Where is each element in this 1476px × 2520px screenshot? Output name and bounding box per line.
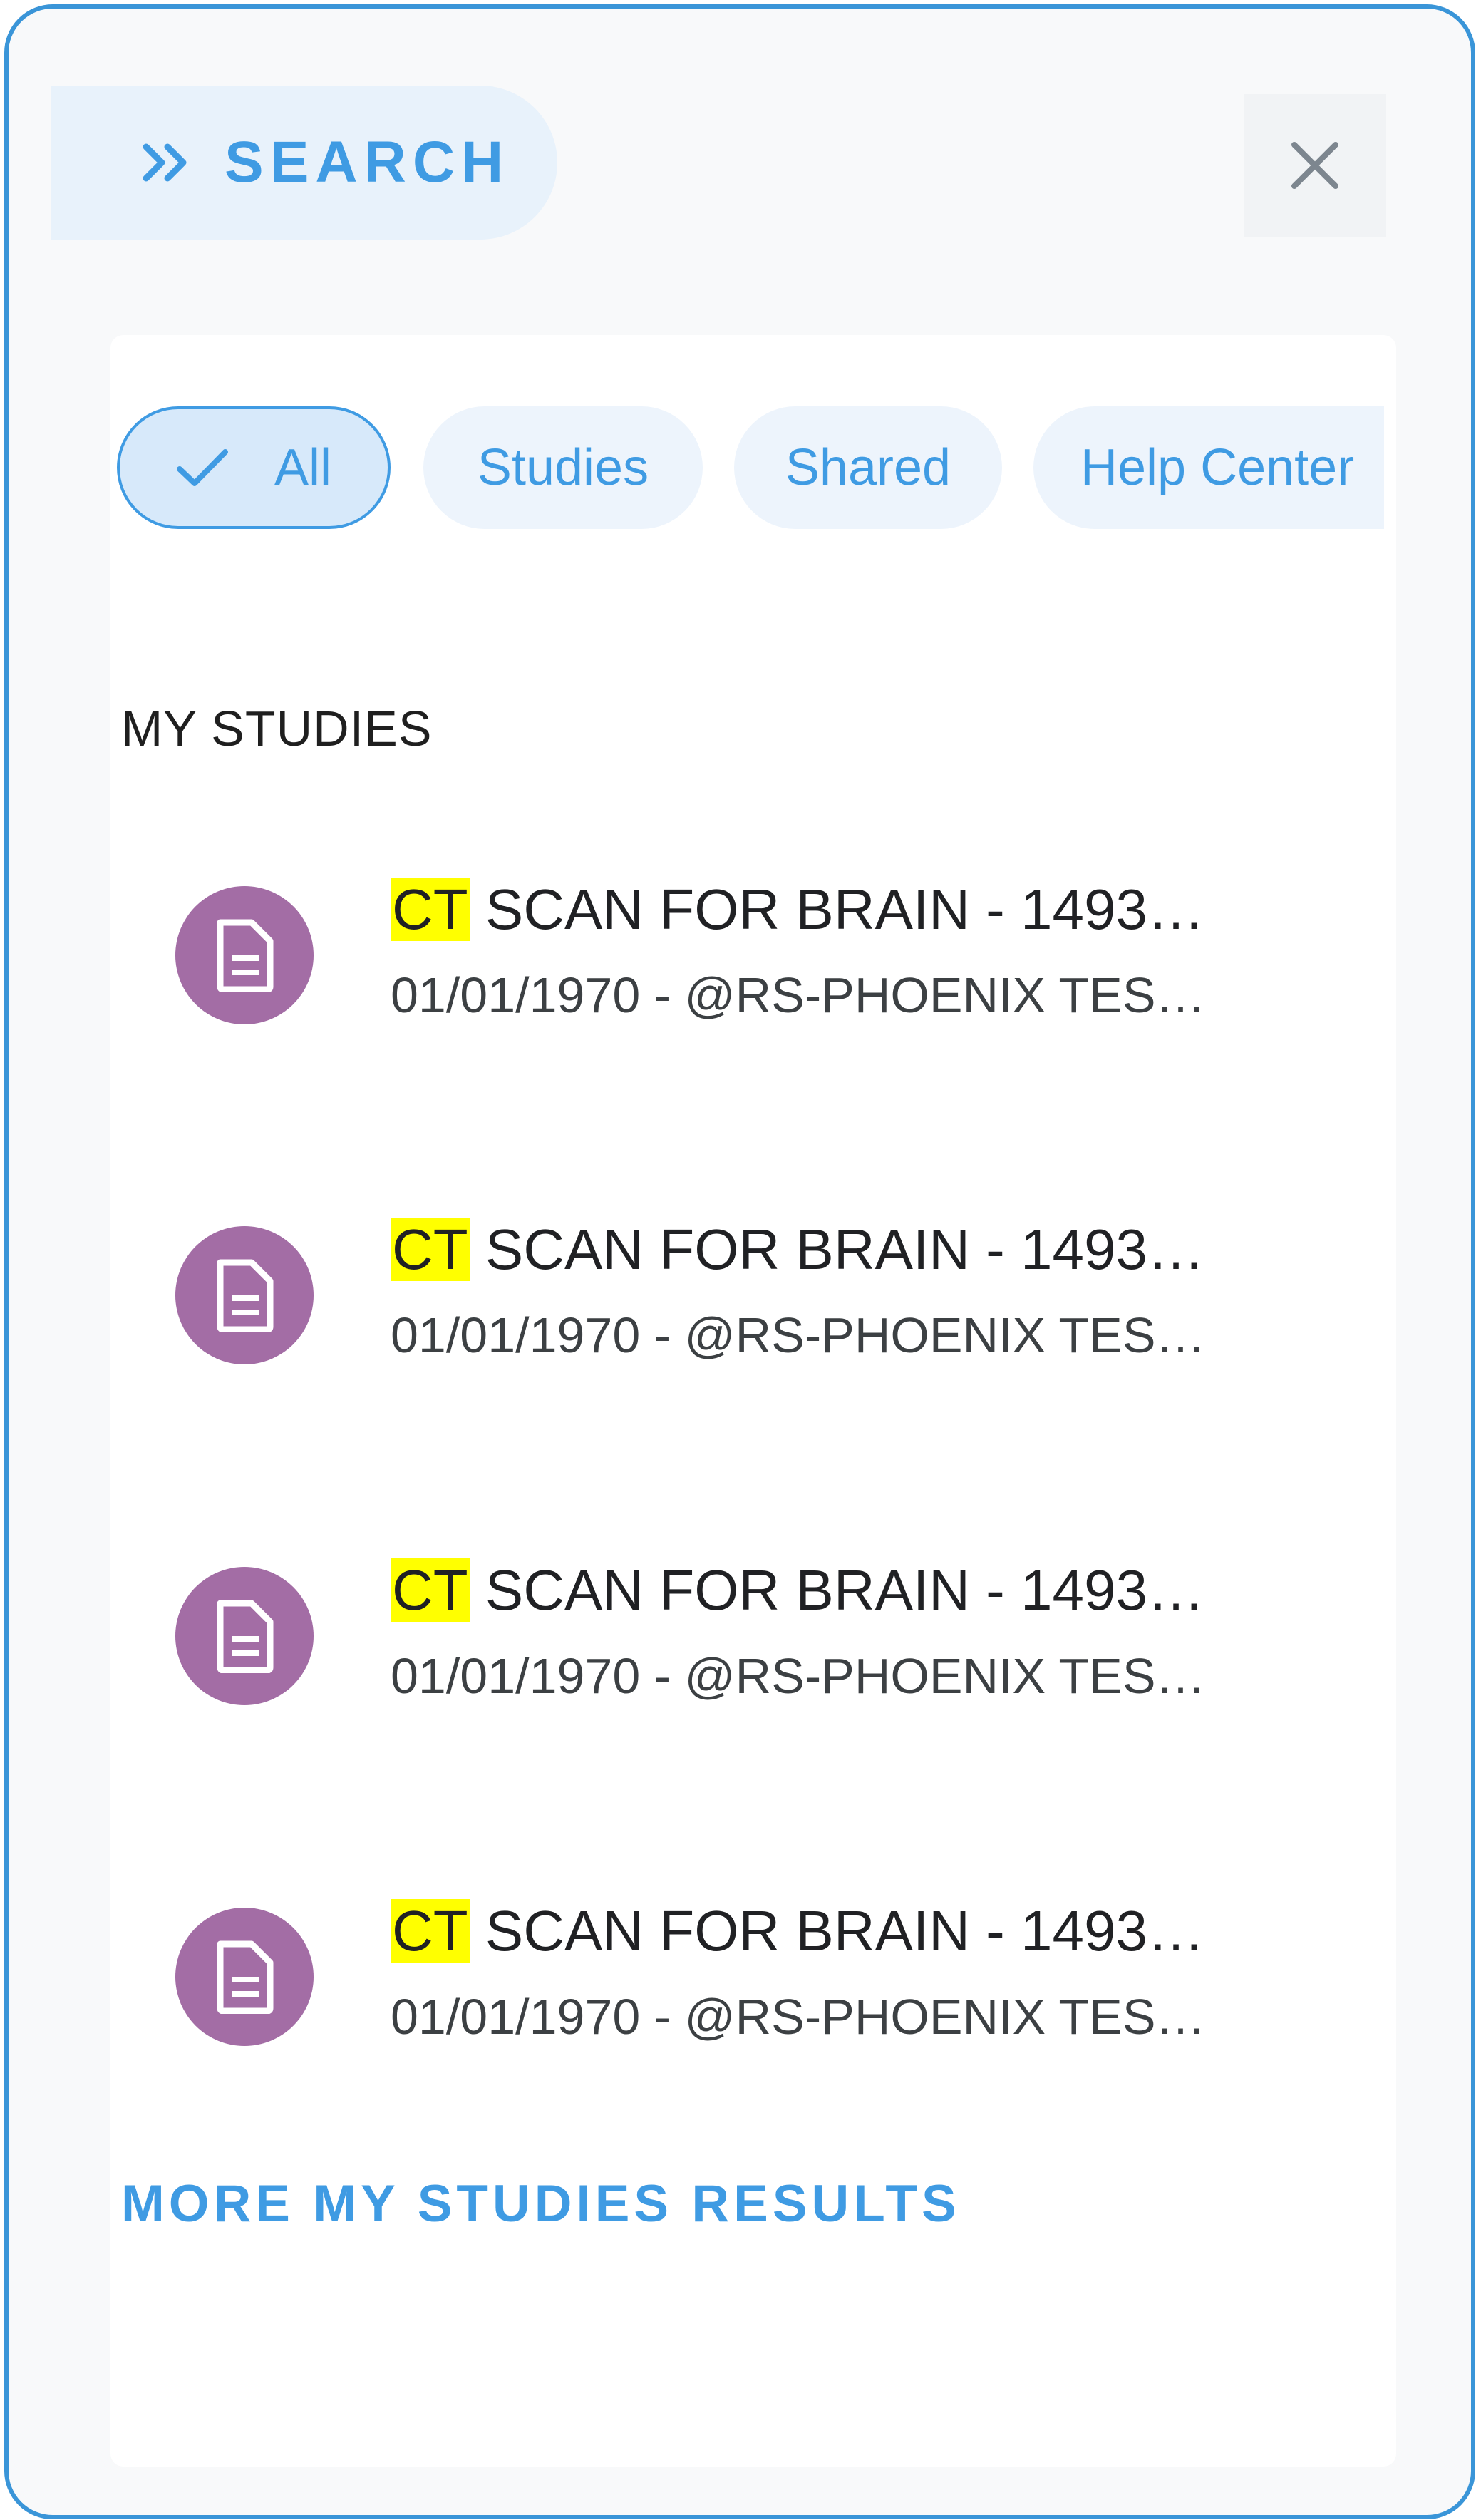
study-subtitle: 01/01/1970 - @RS-PHOENIX TES…: [391, 1989, 1206, 2045]
filter-chip-label: Studies: [477, 439, 649, 496]
study-subtitle: 01/01/1970 - @RS-PHOENIX TES…: [391, 1307, 1206, 1363]
section-title: MY STUDIES: [121, 701, 433, 756]
study-result-item[interactable]: CT SCAN FOR BRAIN - 1493… 01/01/1970 - @…: [110, 1868, 1396, 2082]
study-avatar: [175, 886, 314, 1024]
results-panel: All Studies Shared Help Center MY STUDIE…: [110, 335, 1396, 2467]
study-result-item[interactable]: CT SCAN FOR BRAIN - 1493… 01/01/1970 - @…: [110, 1187, 1396, 1401]
double-chevron-right-icon: [143, 143, 187, 182]
check-icon: [176, 449, 228, 486]
study-result-item[interactable]: CT SCAN FOR BRAIN - 1493… 01/01/1970 - @…: [110, 847, 1396, 1061]
close-icon: [1291, 142, 1338, 189]
study-title: CT SCAN FOR BRAIN - 1493…: [391, 1555, 1204, 1626]
study-subtitle: 01/01/1970 - @RS-PHOENIX TES…: [391, 1648, 1206, 1704]
study-title: CT SCAN FOR BRAIN - 1493…: [391, 874, 1204, 945]
study-avatar: [175, 1567, 314, 1705]
study-title-text: SCAN FOR BRAIN - 1493…: [469, 1558, 1205, 1622]
document-icon: [217, 1940, 274, 2014]
filter-chip-shared[interactable]: Shared: [734, 406, 1002, 529]
filter-chip-label: Help Center: [1080, 439, 1355, 496]
study-title: CT SCAN FOR BRAIN - 1493…: [391, 1896, 1204, 1967]
study-title-text: SCAN FOR BRAIN - 1493…: [469, 878, 1205, 941]
document-icon: [217, 1259, 274, 1332]
more-results-link[interactable]: MORE MY STUDIES RESULTS: [121, 2174, 961, 2233]
study-avatar: [175, 1908, 314, 2046]
search-panel-frame: SEARCH All Studies Shared Help Center MY…: [4, 4, 1475, 2519]
filter-chip-label: All: [274, 439, 331, 496]
study-title-text: SCAN FOR BRAIN - 1493…: [469, 1899, 1205, 1963]
search-match-highlight: CT: [391, 1899, 470, 1963]
document-icon: [217, 919, 274, 992]
close-button[interactable]: [1244, 94, 1386, 237]
study-title: CT SCAN FOR BRAIN - 1493…: [391, 1214, 1204, 1285]
search-match-highlight: CT: [391, 878, 470, 941]
document-icon: [217, 1600, 274, 1673]
filter-chip-help-center[interactable]: Help Center: [1033, 406, 1384, 529]
search-match-highlight: CT: [391, 1558, 470, 1622]
search-label: SEARCH: [225, 130, 510, 195]
filter-chip-label: Shared: [785, 439, 951, 496]
search-match-highlight: CT: [391, 1218, 470, 1281]
filter-chip-all[interactable]: All: [117, 406, 391, 529]
study-avatar: [175, 1226, 314, 1364]
study-result-item[interactable]: CT SCAN FOR BRAIN - 1493… 01/01/1970 - @…: [110, 1528, 1396, 1742]
study-title-text: SCAN FOR BRAIN - 1493…: [469, 1218, 1205, 1281]
filter-chip-studies[interactable]: Studies: [423, 406, 703, 529]
search-toggle-button[interactable]: SEARCH: [51, 86, 557, 240]
filter-chip-bar: All Studies Shared Help Center: [117, 406, 1384, 532]
study-subtitle: 01/01/1970 - @RS-PHOENIX TES…: [391, 967, 1206, 1023]
